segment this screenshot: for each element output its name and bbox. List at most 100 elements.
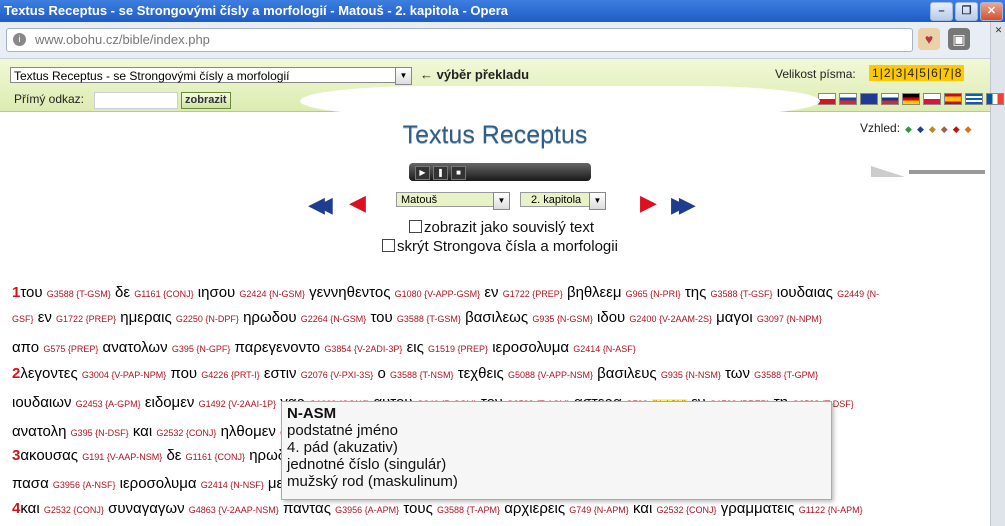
stop-icon[interactable]: ■ <box>451 166 466 180</box>
flag-fr-icon[interactable] <box>986 93 1004 105</box>
theme-green-icon[interactable]: ◆ <box>905 124 912 134</box>
show-button[interactable]: zobrazit <box>181 92 231 109</box>
minimize-button[interactable]: – <box>930 2 953 21</box>
translation-select[interactable]: Textus Receptus - se Strongovými čísly a… <box>10 67 412 85</box>
strong-code[interactable]: G2532 {CONJ} <box>656 505 716 515</box>
site-info-icon[interactable]: i <box>13 33 26 46</box>
strong-code[interactable]: G3097 {N-NPM} <box>757 314 822 324</box>
restore-button[interactable]: ❐ <box>955 2 978 21</box>
strong-code[interactable]: G5088 {V-APP-NSM} <box>508 370 593 380</box>
flag-gb-icon[interactable] <box>860 93 878 105</box>
strong-code[interactable]: G2414 {N-ASF} <box>573 344 636 354</box>
theme-orange-icon[interactable]: ◆ <box>965 124 972 134</box>
strong-code[interactable]: G1122 {N-APM} <box>799 505 863 515</box>
strong-code[interactable]: G2250 {N-DPF} <box>176 314 239 324</box>
strong-code[interactable]: G395 {N-DSF} <box>71 428 129 438</box>
font-size-3[interactable]: 3 <box>895 66 904 80</box>
strong-code[interactable]: G3588 {T-GSM} <box>397 314 461 324</box>
direct-link-input[interactable] <box>94 92 178 109</box>
flag-cz-icon[interactable] <box>818 93 836 105</box>
theme-brown-icon[interactable]: ◆ <box>941 124 948 134</box>
strong-code[interactable]: G3588 {T-GSM} <box>47 289 111 299</box>
strong-code[interactable]: G3854 {V-2ADI-3P} <box>324 344 402 354</box>
next-chapter-icon[interactable]: ▶ <box>640 190 657 216</box>
strong-code[interactable]: G2076 {V-PXI-3S} <box>301 370 374 380</box>
audio-player: ▶ ❚ ■ <box>409 163 985 181</box>
flag-ru-icon[interactable] <box>881 93 899 105</box>
strong-code[interactable]: G4226 {PRT-I} <box>201 370 259 380</box>
strong-code[interactable]: G3588 {T-GPM} <box>754 370 818 380</box>
strong-code[interactable]: G3588 {T-NSM} <box>390 370 454 380</box>
play-icon[interactable]: ▶ <box>415 166 430 180</box>
strong-code[interactable]: GSF} <box>12 314 34 324</box>
greek-word: γραμματεις <box>720 500 795 517</box>
strong-code[interactable]: G965 {N-PRI} <box>626 289 681 299</box>
flag-de-icon[interactable] <box>902 93 920 105</box>
checkbox[interactable] <box>409 220 422 233</box>
strong-code[interactable]: G1080 {V-APP-GSM} <box>395 289 481 299</box>
strong-code[interactable]: G935 {N-NSM} <box>661 370 721 380</box>
speed-dial-icon[interactable]: ♥ <box>918 28 940 50</box>
continuous-text-option[interactable]: zobrazit jako souvislý text <box>409 219 594 236</box>
flag-es-icon[interactable] <box>944 93 962 105</box>
strong-code[interactable]: G2532 {CONJ} <box>156 428 216 438</box>
strong-code[interactable]: G2532 {CONJ} <box>44 505 104 515</box>
flag-pl-icon[interactable] <box>923 93 941 105</box>
extensions-icon[interactable]: ▣ <box>948 28 970 50</box>
strong-code[interactable]: G3956 {A-NSF} <box>53 480 116 490</box>
chevron-down-icon[interactable]: ▼ <box>493 192 510 210</box>
strong-code[interactable]: G3004 {V-PAP-NPM} <box>82 370 166 380</box>
flag-gr-icon[interactable] <box>965 93 983 105</box>
address-bar[interactable]: i www.obohu.cz/bible/index.php <box>6 28 913 52</box>
close-button[interactable]: ✕ <box>980 2 1003 21</box>
last-chapter-icon[interactable]: ▶▶ <box>671 192 696 218</box>
progress-bar[interactable] <box>909 170 985 174</box>
strong-code[interactable]: G2400 {V-2AAM-2S} <box>629 314 712 324</box>
font-size-5[interactable]: 5 <box>918 66 927 80</box>
font-size-7[interactable]: 7 <box>942 66 951 80</box>
strong-code[interactable]: G1722 {PREP} <box>503 289 563 299</box>
greek-word: και <box>132 423 153 440</box>
browser-toolbar: i www.obohu.cz/bible/index.php ♥ ▣ <box>0 22 1005 59</box>
strong-code[interactable]: G191 {V-AAP-NSM} <box>82 452 162 462</box>
strong-code[interactable]: G1161 {CONJ} <box>134 289 193 299</box>
theme-red-icon[interactable]: ◆ <box>953 124 960 134</box>
strong-code[interactable]: G749 {N-APM} <box>569 505 629 515</box>
volume-slider[interactable] <box>871 166 905 177</box>
chapter-select[interactable]: 2. kapitola ▼ <box>520 192 606 210</box>
theme-blue-icon[interactable]: ◆ <box>917 124 924 134</box>
strong-code[interactable]: G1492 {V-2AAI-1P} <box>199 399 277 409</box>
strong-code[interactable]: G935 {N-GSM} <box>532 314 593 324</box>
strong-code[interactable]: G3588 {T-APM} <box>437 505 500 515</box>
close-icon[interactable]: ✕ <box>993 25 1004 36</box>
strong-code[interactable]: G1722 {PREP} <box>56 314 116 324</box>
strong-code[interactable]: G1519 {PREP} <box>428 344 488 354</box>
strong-code[interactable]: G3588 {T-GSF} <box>711 289 773 299</box>
strong-code[interactable]: G3956 {A-APM} <box>335 505 399 515</box>
font-size-4[interactable]: 4 <box>906 66 915 80</box>
translation-hint: ← výběr překladu <box>420 67 530 82</box>
first-chapter-icon[interactable]: ◀◀ <box>308 192 333 218</box>
font-size-2[interactable]: 2 <box>883 66 892 80</box>
flag-sk-icon[interactable] <box>839 93 857 105</box>
strong-code[interactable]: G2414 {N-NSF} <box>201 480 264 490</box>
pause-icon[interactable]: ❚ <box>433 166 448 180</box>
chevron-down-icon[interactable]: ▼ <box>395 67 412 85</box>
font-size-8[interactable]: 8 <box>954 66 963 80</box>
chevron-down-icon[interactable]: ▼ <box>589 192 606 210</box>
theme-gold-icon[interactable]: ◆ <box>929 124 936 134</box>
strong-code[interactable]: G2453 {A-GPM} <box>76 399 141 409</box>
strong-code[interactable]: G1161 {CONJ} <box>186 452 245 462</box>
strong-code[interactable]: G575 {PREP} <box>43 344 98 354</box>
checkbox[interactable] <box>382 239 395 252</box>
hide-strong-option[interactable]: skrýt Strongova čísla a morfologii <box>382 238 618 255</box>
font-size-6[interactable]: 6 <box>930 66 939 80</box>
strong-code[interactable]: G2264 {N-GSM} <box>301 314 367 324</box>
book-select[interactable]: Matouš ▼ <box>396 192 510 210</box>
strong-code[interactable]: G395 {N-GPF} <box>172 344 231 354</box>
strong-code[interactable]: G2424 {N-GSM} <box>239 289 305 299</box>
font-size-1[interactable]: 1 <box>871 66 880 80</box>
strong-code[interactable]: G2449 {N- <box>837 289 879 299</box>
strong-code[interactable]: G4863 {V-2AAP-NSM} <box>189 505 279 515</box>
prev-chapter-icon[interactable]: ◀ <box>349 190 366 216</box>
